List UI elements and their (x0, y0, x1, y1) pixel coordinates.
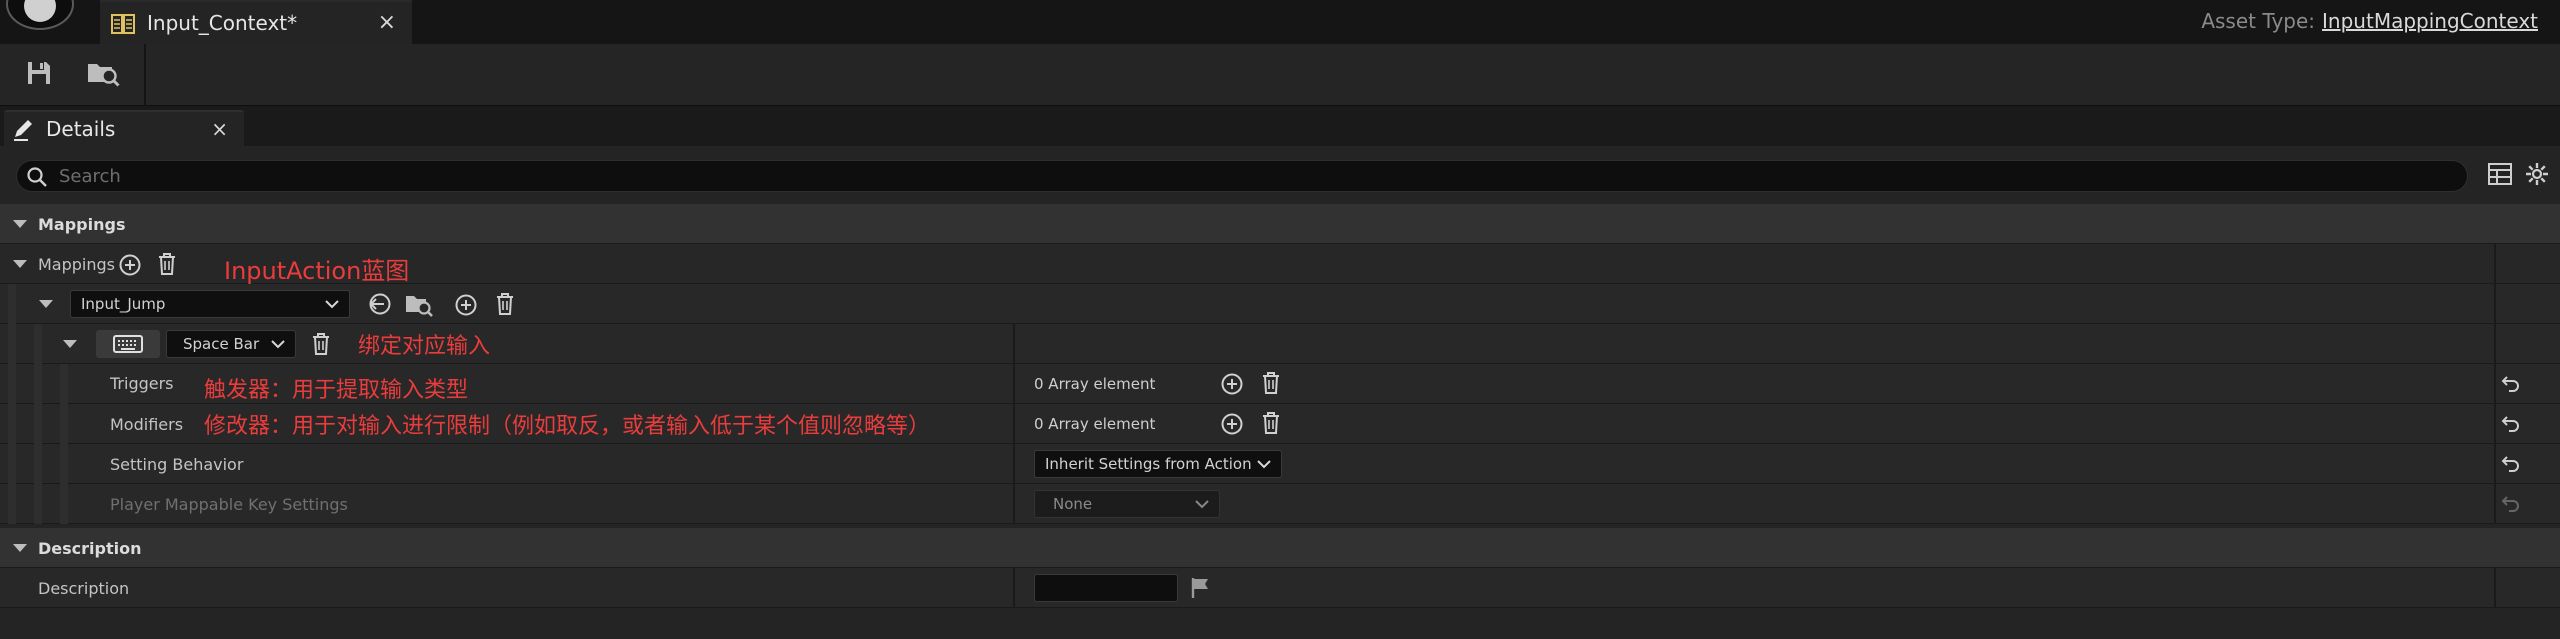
setting-behavior-dropdown[interactable]: Inherit Settings from Action (1034, 450, 1282, 478)
player-mappable-value: None (1053, 495, 1093, 513)
mappings-array-row: Mappings InputAction蓝图 (0, 244, 2560, 285)
reset-to-default-icon[interactable] (2500, 453, 2522, 473)
chevron-down-icon (325, 299, 339, 309)
description-category-label: Description (38, 539, 142, 558)
add-element-icon[interactable] (118, 253, 142, 277)
document-tab-title: Input_Context* (147, 11, 298, 35)
title-bar: Input_Context* × Asset Type: InputMapping… (0, 0, 2560, 44)
modifiers-value: 0 Array element (1034, 415, 1156, 433)
save-icon[interactable] (24, 58, 54, 88)
use-selected-asset-icon[interactable] (366, 292, 392, 316)
modifiers-label: Modifiers (110, 415, 184, 434)
mapping-element-row: Input_Jump (0, 284, 2560, 324)
close-details-icon[interactable]: × (211, 117, 228, 141)
triggers-value: 0 Array element (1034, 375, 1156, 393)
key-value: Space Bar (183, 335, 260, 353)
setting-behavior-value: Inherit Settings from Action (1045, 455, 1252, 473)
keyboard-icon (113, 335, 143, 353)
search-input[interactable] (59, 163, 2439, 189)
mappings-array-label: Mappings (38, 255, 115, 274)
collapse-arrow-icon[interactable] (62, 339, 78, 349)
table-view-icon[interactable] (2488, 163, 2512, 185)
browse-to-asset-icon[interactable] (86, 58, 120, 88)
player-mappable-label: Player Mappable Key Settings (110, 495, 348, 514)
close-tab-icon[interactable]: × (378, 10, 396, 35)
asset-type-info: Asset Type: InputMappingContext (2201, 9, 2538, 33)
asset-type-link[interactable]: InputMappingContext (2322, 9, 2538, 33)
collapse-arrow-icon[interactable] (38, 299, 54, 309)
delete-all-icon[interactable] (1260, 371, 1282, 395)
collapse-arrow-icon[interactable] (12, 543, 28, 553)
triggers-row: Triggers 触发器：用于提取输入类型 0 Array element (0, 364, 2560, 404)
player-mappable-row: Player Mappable Key Settings None (0, 484, 2560, 524)
key-dropdown[interactable]: Space Bar (166, 330, 296, 358)
setting-behavior-row: Setting Behavior Inherit Settings from A… (0, 444, 2560, 484)
delete-icon[interactable] (494, 292, 516, 316)
search-box[interactable] (16, 160, 2468, 192)
input-action-value: Input_Jump (81, 295, 166, 313)
chevron-down-icon (1195, 499, 1209, 509)
modifiers-row: Modifiers 修改器：用于对输入进行限制（例如取反，或者输入低于某个值则忽… (0, 404, 2560, 444)
add-element-icon[interactable] (1220, 372, 1244, 396)
localization-flag-icon[interactable] (1190, 577, 1212, 599)
chevron-down-icon (271, 339, 285, 349)
key-mapping-row: Space Bar 绑定对应输入 (0, 324, 2560, 364)
mappings-category-label: Mappings (38, 215, 126, 234)
input-action-dropdown[interactable]: Input_Jump (70, 290, 350, 318)
document-tab[interactable]: Input_Context* × (100, 0, 412, 44)
reset-to-default-icon[interactable] (2500, 493, 2522, 513)
annotation-bind-key: 绑定对应输入 (358, 334, 491, 359)
setting-behavior-label: Setting Behavior (110, 455, 244, 474)
asset-type-label: Asset Type: (2201, 9, 2316, 33)
annotation-input-action: InputAction蓝图 (224, 257, 410, 285)
details-panel: Mappings Mappings InputAction蓝图 Input_Ju… (0, 146, 2560, 639)
chevron-down-icon (1257, 459, 1271, 469)
details-tab-label: Details (46, 117, 116, 141)
unreal-logo[interactable] (6, 0, 74, 30)
player-mappable-dropdown[interactable]: None (1034, 490, 1220, 518)
input-mapping-context-icon (110, 11, 136, 37)
annotation-modifiers: 修改器：用于对输入进行限制（例如取反，或者输入低于某个值则忽略等） (204, 414, 931, 439)
triggers-label: Triggers (110, 374, 174, 393)
add-element-icon[interactable] (454, 293, 478, 317)
settings-gear-icon[interactable] (2525, 162, 2549, 186)
collapse-arrow-icon[interactable] (12, 219, 28, 229)
browse-asset-icon[interactable] (404, 292, 434, 318)
toolbar-separator (144, 44, 146, 106)
delete-all-icon[interactable] (156, 252, 178, 276)
add-element-icon[interactable] (1220, 412, 1244, 436)
mappings-category-row[interactable]: Mappings (0, 204, 2560, 244)
reset-to-default-icon[interactable] (2500, 373, 2522, 393)
delete-icon[interactable] (310, 332, 332, 356)
key-selector-button[interactable] (96, 330, 160, 358)
delete-all-icon[interactable] (1260, 411, 1282, 435)
asset-toolbar (0, 44, 2560, 106)
description-row: Description (0, 568, 2560, 608)
collapse-arrow-icon[interactable] (12, 259, 28, 269)
description-field[interactable] (1034, 574, 1178, 602)
details-tab[interactable]: Details × (4, 110, 244, 146)
search-icon (26, 166, 48, 188)
description-category-row[interactable]: Description (0, 528, 2560, 568)
reset-to-default-icon[interactable] (2500, 413, 2522, 433)
annotation-triggers: 触发器：用于提取输入类型 (204, 378, 469, 403)
description-label: Description (38, 579, 130, 598)
details-pencil-icon (12, 118, 38, 142)
